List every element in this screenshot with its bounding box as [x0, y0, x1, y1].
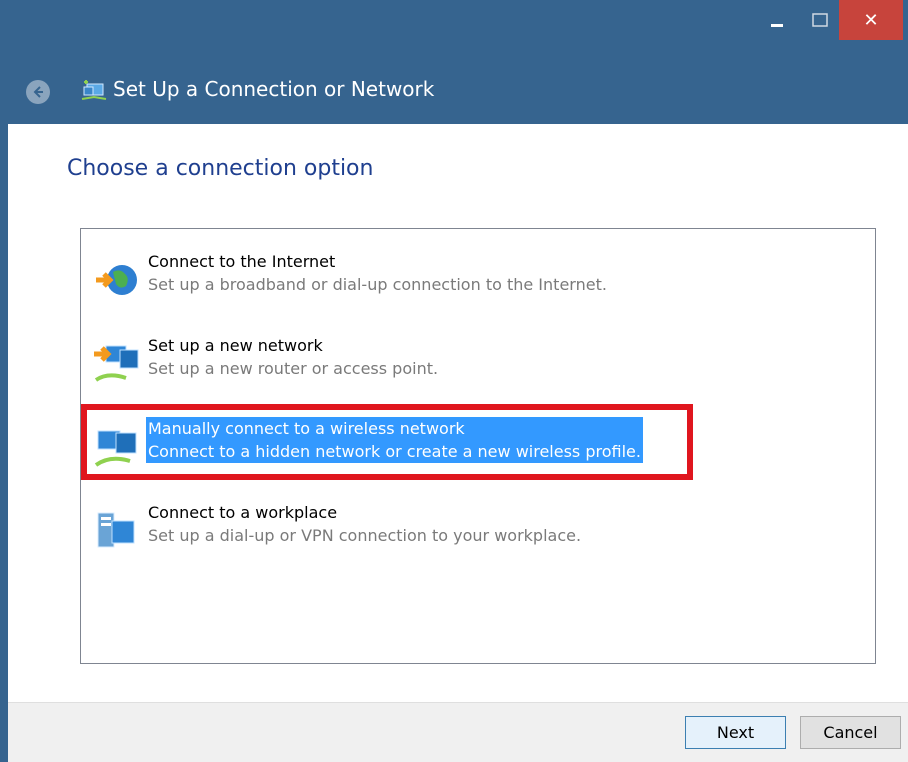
- minimize-button[interactable]: [759, 0, 795, 40]
- connection-options-list[interactable]: Connect to the Internet Set up a broadba…: [80, 228, 876, 664]
- option-text: Manually connect to a wireless network C…: [146, 417, 643, 463]
- network-connection-icon: [81, 80, 107, 100]
- globe-network-icon: [96, 265, 137, 295]
- next-button[interactable]: Next: [685, 716, 786, 749]
- option-description: Set up a dial-up or VPN connection to yo…: [148, 526, 582, 545]
- option-connect-internet[interactable]: Connect to the Internet Set up a broadba…: [81, 250, 871, 306]
- option-description: Connect to a hidden network or create a …: [146, 441, 643, 463]
- new-network-icon: [94, 345, 139, 382]
- option-title: Manually connect to a wireless network: [146, 417, 643, 441]
- workplace-server-icon: [97, 512, 135, 548]
- window-title: Set Up a Connection or Network: [113, 77, 435, 101]
- option-connect-workplace[interactable]: Connect to a workplace Set up a dial-up …: [81, 501, 871, 557]
- option-title: Connect to the Internet: [148, 252, 336, 271]
- option-text: Connect to a workplace Set up a dial-up …: [146, 501, 583, 547]
- cancel-button[interactable]: Cancel: [800, 716, 901, 749]
- wizard-footer: Next Cancel: [8, 702, 908, 762]
- maximize-icon: [812, 13, 828, 27]
- option-title: Set up a new network: [148, 336, 323, 355]
- option-title: Connect to a workplace: [148, 503, 338, 522]
- back-arrow-icon: [33, 86, 43, 98]
- close-icon: ✕: [863, 9, 879, 31]
- page-heading: Choose a connection option: [67, 156, 374, 181]
- minimize-icon: [771, 24, 783, 27]
- title-bar: ✕ Set Up a Connection or Network: [0, 0, 908, 124]
- option-description: Set up a broadband or dial-up connection…: [148, 275, 607, 294]
- close-button[interactable]: ✕: [839, 0, 903, 40]
- option-description: Set up a new router or access point.: [148, 359, 439, 378]
- maximize-button[interactable]: [801, 0, 839, 40]
- back-button[interactable]: [26, 80, 50, 104]
- option-text: Set up a new network Set up a new router…: [146, 334, 440, 380]
- wizard-content: Choose a connection option Connect to th…: [8, 124, 908, 702]
- option-manual-wireless[interactable]: Manually connect to a wireless network C…: [81, 417, 871, 473]
- option-new-network[interactable]: Set up a new network Set up a new router…: [81, 334, 871, 390]
- option-text: Connect to the Internet Set up a broadba…: [146, 250, 609, 296]
- wireless-network-icon: [94, 430, 137, 467]
- navigation-row: Set Up a Connection or Network: [0, 70, 908, 114]
